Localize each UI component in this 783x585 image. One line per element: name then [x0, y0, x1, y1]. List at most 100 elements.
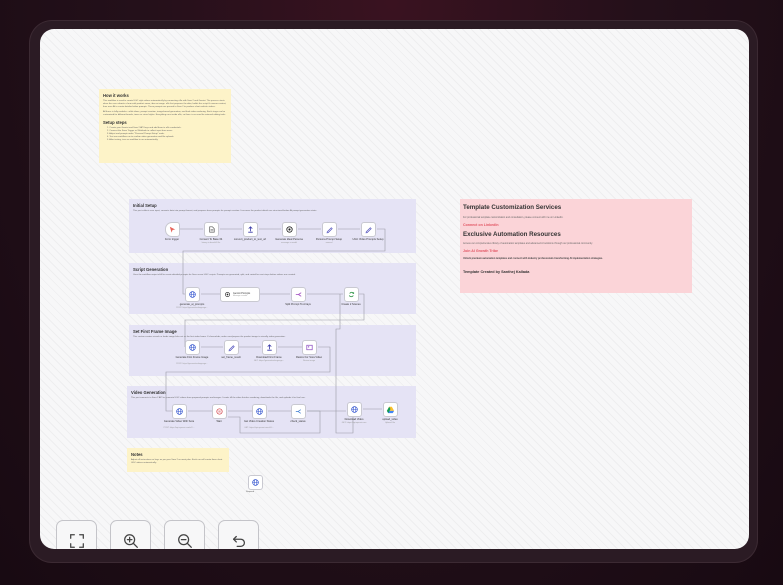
premium-desc: Unlock premium automation templates and … [463, 257, 603, 260]
node-label: Generate Video With Sora [163, 420, 195, 423]
wait-node[interactable] [212, 404, 227, 419]
node-subtitle: POST: https://api.openai.com/v1/... [163, 427, 195, 429]
globe-icon [189, 291, 196, 298]
node-subtitle: Resize image [302, 360, 316, 362]
node-label: Resize For Sora Video [295, 356, 323, 359]
how-it-works-title: How it works [103, 93, 129, 98]
globe-icon [176, 408, 183, 415]
node-subtitle: binary to base64: file [201, 242, 221, 244]
convert-base64-node[interactable] [204, 222, 219, 237]
ugc-video-prompts-node[interactable] [361, 222, 376, 237]
node-label: Respond [246, 491, 255, 493]
section-description: This part connects to Sora 2 API to gene… [131, 397, 306, 399]
notes-body: Adjust all instructions or keys as per y… [131, 459, 223, 464]
node-subtitle: message a model [281, 242, 297, 244]
section-description: This part collects user input, converts … [133, 210, 317, 212]
create-scenes-node[interactable] [344, 287, 359, 302]
resize-image-node[interactable] [302, 340, 317, 355]
globe-icon [189, 344, 196, 351]
persona-prompt-setup-node[interactable] [322, 222, 337, 237]
upload-video-node[interactable] [383, 402, 398, 417]
section-description: Uses the workflow output of AI to create… [133, 274, 296, 276]
gemini-prompts-node[interactable]: Gemini Prompts Message a model [220, 287, 260, 302]
node-label: Generate First Frame Image [175, 356, 209, 359]
template-title: Template Customization Services [463, 204, 562, 211]
how-it-works-note[interactable]: How it works This workflow is used to cr… [99, 89, 231, 163]
openai-icon [225, 292, 230, 297]
resources-desc: Access our comprehensive library of auto… [463, 242, 593, 245]
openai-icon [286, 226, 293, 233]
node-label: UGC Video Prompts Setup [352, 238, 384, 241]
check-status-node[interactable] [291, 404, 306, 419]
join-tribe-link[interactable]: Join AI Growth Tribe [463, 249, 689, 253]
get-video-status-node[interactable] [252, 404, 267, 419]
node-label: upload_video [382, 418, 398, 421]
template-credit: Template Created by Santhej Kallada [463, 270, 530, 274]
node-subtitle: GET: https://api.openai.com [341, 422, 367, 424]
respond-node[interactable] [248, 475, 263, 490]
split-prompt-node[interactable] [291, 287, 306, 302]
node-label: Create 2 Scenes [341, 303, 361, 306]
node-label: Form trigger [164, 238, 180, 241]
template-desc: For professional template customization … [463, 216, 564, 219]
node-subtitle: Upload: file [384, 422, 395, 424]
linkedin-link[interactable]: Connect on LinkedIn [463, 223, 689, 227]
file-convert-icon [209, 226, 215, 233]
node-label: Download First Frame [256, 356, 282, 359]
workflow-canvas[interactable]: How it works This workflow is used to cr… [40, 29, 749, 549]
zoom-out-icon [177, 533, 192, 548]
pencil-icon [326, 227, 333, 234]
node-label: set_frame_result [221, 356, 241, 359]
pencil-icon [365, 227, 372, 234]
how-it-works-body: This workflow is used to create UGC styl… [103, 100, 227, 108]
fit-view-button[interactable] [56, 520, 97, 549]
node-label: Download Video [344, 418, 364, 421]
undo-button[interactable] [218, 520, 259, 549]
zoom-in-icon [123, 533, 138, 548]
node-subtitle: manual [325, 242, 333, 244]
template-customization-note[interactable]: Template Customization Services For prof… [460, 199, 692, 293]
script-generation-section[interactable]: Script Generation Uses the workflow outp… [129, 263, 416, 314]
generate-video-node[interactable] [172, 404, 187, 419]
pause-icon [216, 408, 223, 415]
set-frame-result-node[interactable] [224, 340, 239, 355]
section-description: This section creates visuals or loads im… [133, 336, 286, 338]
pencil-icon [228, 345, 235, 352]
download-video-node[interactable] [347, 402, 362, 417]
switch-icon [295, 409, 301, 414]
undo-icon [232, 535, 245, 547]
convert-product-node[interactable] [243, 222, 258, 237]
download-first-frame-node[interactable] [262, 340, 277, 355]
node-subtitle: GET: https://generativelanguage... [253, 360, 285, 362]
cursor-icon [169, 226, 176, 233]
node-subtitle: POST: https://generativelanguage... [176, 363, 208, 365]
section-title: Set First Frame Image [133, 329, 177, 334]
node-subtitle: POST: https://generativelanguage... [176, 307, 208, 309]
node-subtitle: Message a model [233, 295, 248, 297]
how-it-works-body-2: All these is fully modular - while ideas… [103, 111, 226, 116]
globe-icon [351, 406, 358, 413]
generate-ai-prompts-node[interactable] [185, 287, 200, 302]
zoom-out-button[interactable] [164, 520, 205, 549]
globe-icon [256, 408, 263, 415]
node-label: Generate Ideal Persona [275, 238, 303, 241]
upload-icon [267, 344, 272, 351]
generate-ideal-persona-node[interactable] [282, 222, 297, 237]
notes-title: Notes [131, 452, 143, 457]
section-title: Initial Setup [133, 203, 157, 208]
split-icon [295, 292, 302, 297]
globe-icon [252, 479, 259, 486]
video-generation-section[interactable]: Video Generation This part connects to S… [127, 386, 416, 438]
upload-icon [248, 226, 253, 233]
loop-icon [348, 291, 355, 298]
node-subtitle: GET: https://api.openai.com/v1/... [244, 427, 274, 429]
form-trigger-node[interactable] [165, 222, 180, 237]
node-label: Get Video Creation Status [243, 420, 275, 423]
notes-sticky[interactable]: Notes Adjust all instructions or keys as… [127, 448, 229, 472]
node-label: generate_ai_prompts [179, 303, 205, 306]
fit-view-icon [69, 533, 84, 548]
generate-first-frame-node[interactable] [185, 340, 200, 355]
resources-title: Exclusive Automation Resources [463, 231, 561, 238]
image-icon [306, 344, 313, 351]
zoom-in-button[interactable] [110, 520, 151, 549]
